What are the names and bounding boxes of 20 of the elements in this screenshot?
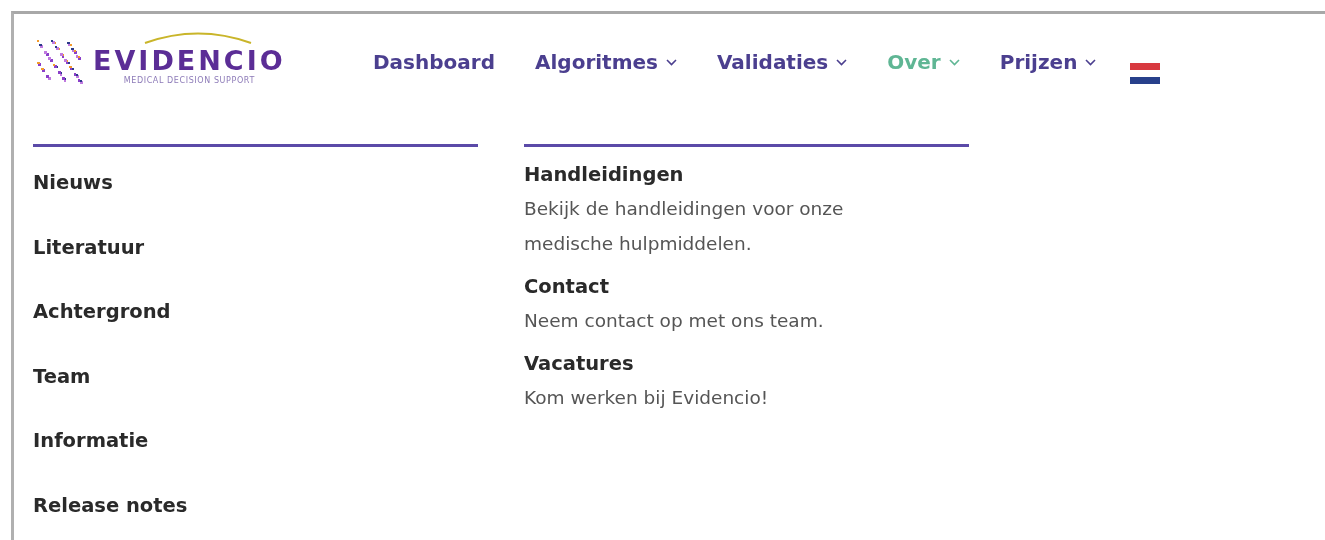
logo-tagline: MEDICAL DECISION SUPPORT: [123, 76, 255, 86]
nav-link[interactable]: Dashboard: [373, 50, 495, 74]
menu-link[interactable]: Informatie: [33, 429, 478, 494]
menu-description: Bekijk de handleidingen voor onze medische hulpmiddelen.: [524, 197, 845, 256]
nav-link[interactable]: Validaties: [716, 50, 848, 74]
menu-link[interactable]: Vacatures: [524, 346, 969, 382]
menu-link[interactable]: Contact: [524, 269, 969, 305]
menu-link[interactable]: Handleidingen: [524, 157, 969, 193]
menu-link[interactable]: Release notes: [33, 493, 478, 540]
nav-link[interactable]: Algoritmes: [535, 50, 677, 74]
menu-link[interactable]: Nieuws: [33, 171, 478, 236]
menu-link[interactable]: Team: [33, 364, 478, 429]
menu-description: Kom werken bij Evidencio!: [524, 386, 770, 410]
nav-link[interactable]: Prijzen: [999, 50, 1097, 74]
logo-wordmark: EVIDENCIO: [93, 46, 286, 76]
menu-link[interactable]: Achtergrond: [33, 300, 478, 365]
menu-description: Neem contact op met ons team.: [524, 309, 825, 333]
flag-icon[interactable]: [1130, 62, 1161, 84]
arc-icon: [143, 30, 253, 44]
menu-link[interactable]: Literatuur: [33, 235, 478, 300]
